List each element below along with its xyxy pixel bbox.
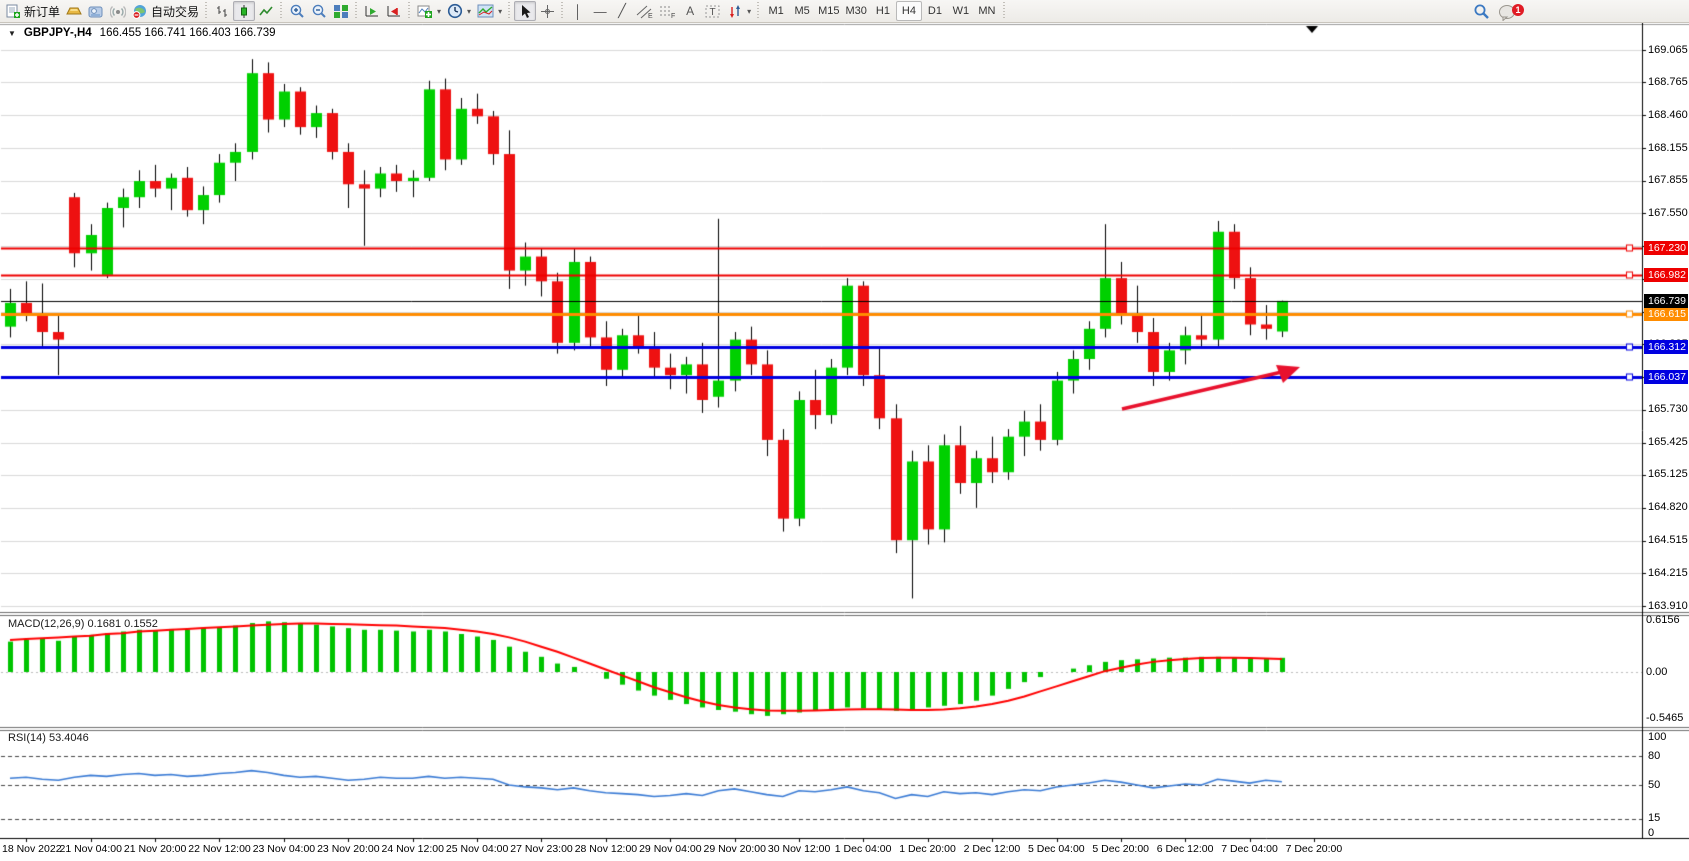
channel-icon: E	[636, 4, 653, 19]
periods-button[interactable]: ▾	[444, 1, 474, 21]
zoom-in-button[interactable]	[286, 1, 308, 21]
candlestick-chart-icon	[237, 4, 252, 19]
dropdown-arrow-icon: ▾	[437, 7, 441, 16]
vertical-line-icon: │	[574, 4, 582, 19]
auto-trading-button[interactable]: 自动交易	[129, 1, 202, 21]
cursor-icon	[518, 4, 532, 19]
toolbar-separator	[756, 2, 761, 20]
tile-windows-icon	[333, 4, 349, 19]
fibonacci-button[interactable]: F	[656, 1, 679, 21]
toolbar-right-icons: 1	[1473, 0, 1518, 23]
tile-windows-button[interactable]	[330, 1, 352, 21]
search-icon[interactable]	[1473, 3, 1490, 20]
trendline-icon: ╱	[618, 3, 626, 19]
chart-area: ▼ GBPJPY-,H4 166.455 166.741 166.403 166…	[0, 23, 1689, 861]
arrows-tool-button[interactable]: ▾	[724, 1, 754, 21]
toolbar-separator	[507, 2, 512, 20]
timeframe-m5-button[interactable]: M5	[789, 1, 815, 21]
timeframe-w1-button[interactable]: W1	[948, 1, 974, 21]
signal-icon	[110, 4, 126, 19]
indicators-button[interactable]: ▾	[414, 1, 444, 21]
auto-trading-icon	[132, 4, 148, 19]
horizontal-line-button[interactable]: —	[589, 1, 611, 21]
toolbar-separator	[204, 2, 209, 20]
line-chart-icon	[259, 4, 274, 19]
toolbar-separator	[354, 2, 359, 20]
text-label-icon: T	[704, 4, 721, 19]
text-button[interactable]: A	[679, 1, 701, 21]
line-chart-button[interactable]	[255, 1, 277, 21]
bar-chart-icon	[215, 4, 230, 19]
dropdown-arrow-icon: ▾	[498, 7, 502, 16]
zoom-out-button[interactable]	[308, 1, 330, 21]
equidistant-channel-button[interactable]: E	[633, 1, 656, 21]
trendline-button[interactable]: ╱	[611, 1, 633, 21]
auto-trading-label: 自动交易	[151, 3, 199, 20]
crosshair-icon	[540, 4, 555, 19]
fibonacci-icon: F	[659, 4, 676, 19]
new-order-button[interactable]: 新订单	[3, 1, 63, 21]
toolbar-separator	[560, 2, 565, 20]
arrows-tool-icon	[727, 4, 743, 19]
timeframe-mn-button[interactable]: MN	[974, 1, 1000, 21]
svg-text:T: T	[710, 7, 716, 18]
svg-text:E: E	[648, 13, 653, 19]
toolbar-separator	[279, 2, 284, 20]
dropdown-arrow-icon: ▾	[747, 7, 751, 16]
toolbar-separator	[407, 2, 412, 20]
toolbar-separator	[1002, 2, 1007, 20]
auto-scroll-icon	[364, 4, 380, 19]
chart-shift-button[interactable]	[383, 1, 405, 21]
gold-button[interactable]	[63, 1, 85, 21]
add-indicator-icon	[417, 4, 433, 19]
dropdown-arrow-icon: ▾	[467, 7, 471, 16]
horizontal-line-icon: —	[594, 4, 607, 19]
timeframe-m30-button[interactable]: M30	[843, 1, 870, 21]
toolbar: 新订单 自动交易	[0, 0, 1689, 23]
templates-button[interactable]: ▾	[474, 1, 505, 21]
terminal-icon	[88, 4, 104, 19]
vertical-line-button[interactable]: │	[567, 1, 589, 21]
chart-shift-icon	[386, 4, 402, 19]
mt4-window: 新订单 自动交易	[0, 0, 1689, 861]
timeframe-m15-button[interactable]: M15	[815, 1, 842, 21]
bar-chart-button[interactable]	[211, 1, 233, 21]
template-icon	[477, 4, 494, 18]
svg-text:F: F	[671, 13, 675, 19]
signals-button[interactable]	[107, 1, 129, 21]
zoom-out-icon	[311, 3, 327, 19]
auto-scroll-button[interactable]	[361, 1, 383, 21]
timeframe-m1-button[interactable]: M1	[763, 1, 789, 21]
notification-badge: 1	[1512, 4, 1524, 16]
new-order-icon	[6, 4, 21, 19]
terminal-button[interactable]	[85, 1, 107, 21]
text-icon: A	[686, 4, 694, 18]
gold-ingot-icon	[66, 4, 82, 18]
notifications-icon[interactable]: 1	[1498, 3, 1518, 21]
chart-canvas[interactable]	[0, 23, 1689, 861]
candlestick-chart-button[interactable]	[233, 1, 255, 21]
text-label-button[interactable]: T	[701, 1, 724, 21]
crosshair-button[interactable]	[536, 1, 558, 21]
timeframe-d1-button[interactable]: D1	[922, 1, 948, 21]
cursor-button[interactable]	[514, 1, 536, 21]
zoom-in-icon	[289, 3, 305, 19]
clock-icon	[447, 3, 463, 19]
timeframe-h1-button[interactable]: H1	[870, 1, 896, 21]
new-order-label: 新订单	[24, 3, 60, 20]
timeframe-h4-button[interactable]: H4	[896, 1, 922, 21]
